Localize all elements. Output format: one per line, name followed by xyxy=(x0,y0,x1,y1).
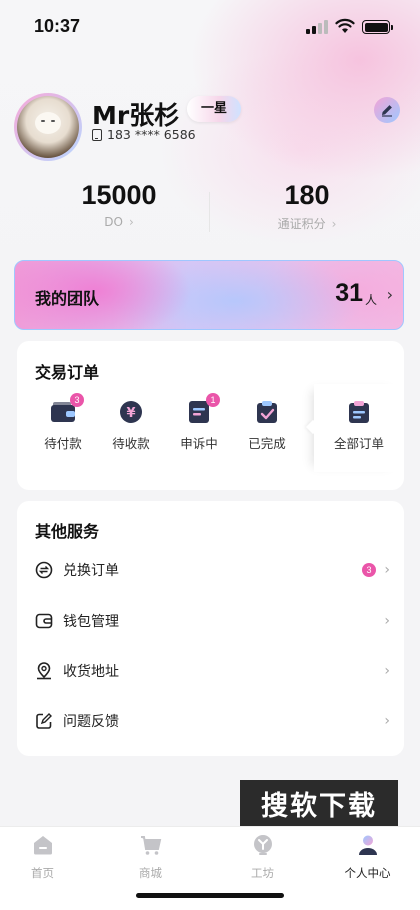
stat-do-value: 15000 xyxy=(81,180,157,210)
service-feedback[interactable]: 问题反馈 › xyxy=(17,696,404,746)
cart-icon xyxy=(140,836,161,855)
yen-coin-icon: ¥ xyxy=(120,401,142,423)
order-label: 申诉中 xyxy=(180,436,218,451)
status-bar: 10:37 xyxy=(0,0,420,54)
stat-token-points[interactable]: 180 通证积分 › xyxy=(212,180,402,232)
team-unit: 人 xyxy=(364,293,377,307)
chevron-right-icon: › xyxy=(128,215,134,229)
phone-text: 183 **** 6586 xyxy=(107,127,196,142)
services-title: 其他服务 xyxy=(35,522,100,541)
avatar[interactable] xyxy=(14,93,82,161)
order-appealing[interactable]: 1 申诉中 xyxy=(167,393,231,452)
pencil-icon xyxy=(382,105,392,117)
location-pin-icon xyxy=(37,662,51,680)
all-orders-button[interactable]: 全部订单 xyxy=(314,384,404,472)
feedback-edit-icon xyxy=(36,713,52,729)
tab-label: 商城 xyxy=(139,866,162,880)
service-label: 兑换订单 xyxy=(63,563,119,579)
service-label: 钱包管理 xyxy=(63,614,119,630)
order-label: 待收款 xyxy=(112,436,150,451)
team-title: 我的团队 xyxy=(35,289,100,308)
home-indicator xyxy=(136,893,284,898)
service-exchange-orders[interactable]: 兑换订单 3 › xyxy=(17,545,404,595)
user-icon xyxy=(358,835,377,855)
stat-token-label: 通证积分 xyxy=(277,217,326,231)
order-badge: 3 xyxy=(70,393,84,407)
order-label: 全部订单 xyxy=(333,436,384,451)
tab-label: 首页 xyxy=(31,866,54,880)
tab-label: 个人中心 xyxy=(344,866,391,880)
completed-clipboard-icon xyxy=(257,401,277,423)
chevron-right-icon: › xyxy=(386,285,393,304)
signal-icon xyxy=(306,20,328,34)
battery-icon xyxy=(362,20,393,34)
orders-card: 交易订单 3 待付款 ¥ 待收款 1 申诉中 已完成 全部订单 xyxy=(17,341,404,490)
order-label: 已完成 xyxy=(248,436,286,451)
chevron-right-icon: › xyxy=(384,663,390,679)
phone-icon xyxy=(92,128,102,141)
tab-home[interactable]: 首页 xyxy=(0,833,95,881)
svg-text:¥: ¥ xyxy=(126,406,135,421)
stat-token-value: 180 xyxy=(284,180,330,210)
workshop-icon xyxy=(253,835,272,855)
tab-personal-center[interactable]: 个人中心 xyxy=(315,833,420,881)
tab-label: 工坊 xyxy=(251,866,274,880)
level-badge: 一星 xyxy=(187,96,242,122)
services-card: 其他服务 兑换订单 3 › 钱包管理 › 收货地址 › 问题反馈 › xyxy=(17,501,404,756)
service-label: 收货地址 xyxy=(63,664,119,680)
order-all[interactable]: 全部订单 xyxy=(327,399,391,452)
orders-title: 交易订单 xyxy=(35,363,100,382)
stat-do-label: DO xyxy=(104,215,123,229)
service-shipping-address[interactable]: 收货地址 › xyxy=(17,646,404,696)
stats-divider xyxy=(209,192,210,232)
tab-workshop[interactable]: 工坊 xyxy=(210,833,315,881)
service-label: 问题反馈 xyxy=(63,714,119,730)
home-icon xyxy=(33,836,52,855)
team-count: 31 xyxy=(335,279,363,307)
order-completed[interactable]: 已完成 xyxy=(235,399,299,452)
exchange-icon xyxy=(35,561,53,579)
wallet-outline-icon xyxy=(35,613,53,629)
chevron-right-icon: › xyxy=(384,562,390,578)
order-label: 待付款 xyxy=(44,436,82,451)
all-orders-clipboard-icon xyxy=(349,401,369,423)
my-team-card[interactable]: 我的团队 31 人 › xyxy=(14,260,404,330)
edit-profile-button[interactable] xyxy=(374,97,400,123)
status-time: 10:37 xyxy=(34,16,81,36)
service-wallet-management[interactable]: 钱包管理 › xyxy=(17,596,404,646)
order-pending-payment[interactable]: 3 待付款 xyxy=(31,393,95,452)
stat-do[interactable]: 15000 DO › xyxy=(24,180,214,229)
chevron-right-icon: › xyxy=(384,713,390,729)
order-badge: 1 xyxy=(206,393,220,407)
chevron-right-icon: › xyxy=(331,217,337,231)
chevron-right-icon: › xyxy=(384,613,390,629)
wifi-icon xyxy=(335,18,355,33)
service-badge: 3 xyxy=(362,563,376,577)
tab-mall[interactable]: 商城 xyxy=(98,833,203,881)
phone-number: 183 **** 6586 xyxy=(92,127,196,142)
order-pending-receipt[interactable]: ¥ 待收款 xyxy=(99,399,163,452)
